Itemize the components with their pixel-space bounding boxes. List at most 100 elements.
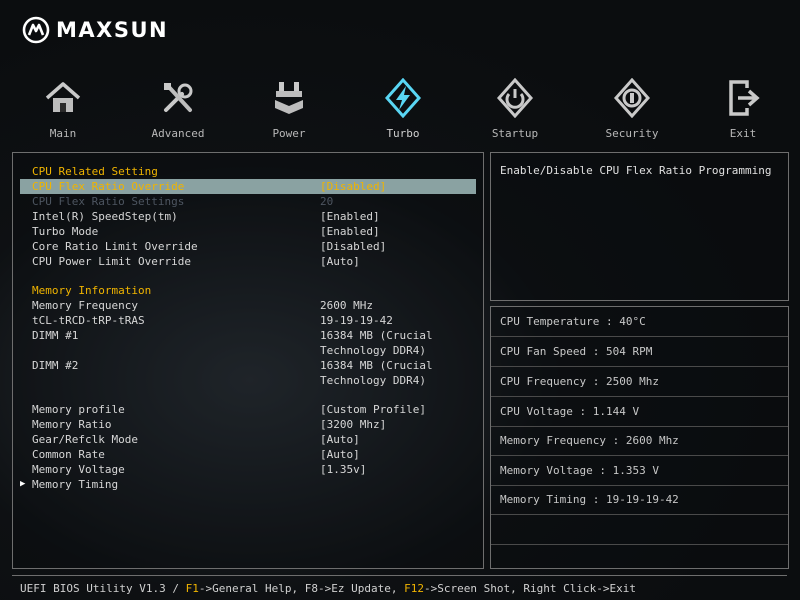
section-title: Memory Information (32, 284, 152, 297)
footer-utility: UEFI BIOS Utility V1.3 / (20, 582, 179, 595)
setting-memory-ratio[interactable]: Memory Ratio [3200 Mhz] (20, 417, 476, 432)
setting-label: CPU Power Limit Override (32, 255, 191, 268)
status-cpu-frequency: CPU Frequency : 2500 Mhz (491, 367, 788, 397)
help-panel: Enable/Disable CPU Flex Ratio Programmin… (490, 152, 789, 301)
footer-f8-text: F8->Ez Update, (304, 582, 398, 595)
info-dimm2: DIMM #2 16384 MB (Crucial (20, 358, 476, 373)
tab-turbo[interactable]: Turbo (363, 78, 443, 144)
setting-turbo-mode[interactable]: Turbo Mode [Enabled] (20, 224, 476, 239)
brand-logo: MAXSUN (22, 16, 168, 44)
setting-value: [Auto] (320, 448, 360, 461)
setting-cpu-flex-ratio-override[interactable]: CPU Flex Ratio Override [Disabled] (20, 179, 476, 194)
footer-f1-key: F1 (185, 582, 199, 595)
tab-security[interactable]: Security (592, 78, 672, 144)
section-title: CPU Related Setting (32, 165, 158, 178)
tab-label: Main (49, 127, 77, 140)
tab-label: Turbo (386, 127, 420, 140)
setting-cpu-flex-ratio-settings: CPU Flex Ratio Settings 20 (20, 194, 476, 209)
lightning-icon (384, 78, 422, 118)
info-timings: tCL-tRCD-tRP-tRAS 19-19-19-42 (20, 313, 476, 328)
tab-startup[interactable]: Startup (475, 78, 555, 144)
info-memory-frequency: Memory Frequency 2600 MHz (20, 298, 476, 313)
setting-memory-profile[interactable]: Memory profile [Custom Profile] (20, 402, 476, 417)
status-memory-voltage: Memory Voltage : 1.353 V (491, 456, 788, 486)
setting-label: Gear/Refclk Mode (32, 433, 138, 446)
setting-label: Turbo Mode (32, 225, 99, 238)
status-memory-timing: Memory Timing : 19-19-19-42 (491, 485, 788, 515)
status-text: Memory Timing : 19-19-19-42 (500, 493, 679, 506)
status-cpu-voltage: CPU Voltage : 1.144 V (491, 397, 788, 427)
settings-panel: CPU Related Setting CPU Flex Ratio Overr… (12, 152, 484, 569)
setting-label: Memory Ratio (32, 418, 112, 431)
setting-value: [Custom Profile] (320, 403, 426, 416)
setting-core-ratio-limit-override[interactable]: Core Ratio Limit Override [Disabled] (20, 239, 476, 254)
shield-icon (613, 78, 651, 118)
status-cpu-temperature: CPU Temperature : 40°C (491, 307, 788, 337)
setting-label: CPU Flex Ratio Override (32, 180, 185, 193)
setting-memory-voltage[interactable]: Memory Voltage [1.35v] (20, 462, 476, 477)
tab-label: Exit (729, 127, 757, 140)
main-tab-bar: Main Advanced Power Turbo Startup Securi… (0, 78, 800, 144)
status-text: CPU Temperature : 40°C (500, 315, 646, 328)
setting-value: [Enabled] (320, 225, 380, 238)
setting-value: [3200 Mhz] (320, 418, 387, 431)
info-label: DIMM #1 (32, 329, 79, 342)
tab-power[interactable]: Power (249, 78, 329, 144)
info-dimm1-cont: Technology DDR4) (20, 343, 476, 358)
maxsun-logo-icon (22, 16, 50, 44)
status-empty-row (491, 515, 788, 545)
power-button-icon (496, 78, 534, 118)
setting-value: 20 (320, 195, 334, 208)
info-value: 16384 MB (Crucial (320, 329, 433, 342)
status-text: Memory Voltage : 1.353 V (500, 464, 659, 477)
info-label: Memory Frequency (32, 299, 138, 312)
section-header-cpu: CPU Related Setting (20, 164, 476, 179)
info-value: 19-19-19-42 (320, 314, 393, 327)
info-value: Technology DDR4) (320, 344, 426, 357)
info-dimm2-cont: Technology DDR4) (20, 373, 476, 388)
setting-gear-refclk-mode[interactable]: Gear/Refclk Mode [Auto] (20, 432, 476, 447)
status-text: CPU Fan Speed : 504 RPM (500, 345, 653, 358)
tools-icon (164, 83, 193, 112)
footer-bar: UEFI BIOS Utility V1.3 / F1->General Hel… (12, 575, 787, 598)
tab-label: Power (272, 127, 306, 140)
hardware-monitor-panel: CPU Temperature : 40°C CPU Fan Speed : 5… (490, 306, 789, 569)
setting-speedstep[interactable]: Intel(R) SpeedStep(tm) [Enabled] (20, 209, 476, 224)
setting-label: Memory Timing (32, 478, 119, 491)
setting-value: [1.35v] (320, 463, 367, 476)
tab-label: Advanced (151, 127, 205, 140)
exit-icon (729, 80, 760, 116)
info-value: 2600 MHz (320, 299, 373, 312)
tab-label: Security (605, 127, 659, 140)
tab-advanced[interactable]: Advanced (138, 78, 218, 144)
setting-label: Core Ratio Limit Override (32, 240, 198, 253)
brand-name: MAXSUN (56, 18, 169, 42)
setting-label: Common Rate (32, 448, 105, 461)
info-dimm1: DIMM #1 16384 MB (Crucial (20, 328, 476, 343)
status-text: CPU Frequency : 2500 Mhz (500, 375, 659, 388)
setting-common-rate[interactable]: Common Rate [Auto] (20, 447, 476, 462)
home-icon (45, 82, 81, 112)
info-value: Technology DDR4) (320, 374, 426, 387)
status-text: CPU Voltage : 1.144 V (500, 405, 640, 418)
setting-cpu-power-limit-override[interactable]: CPU Power Limit Override [Auto] (20, 254, 476, 269)
setting-label: CPU Flex Ratio Settings (32, 195, 185, 208)
setting-value: [Auto] (320, 433, 360, 446)
setting-label: Memory profile (32, 403, 125, 416)
submenu-memory-timing[interactable]: ▶ Memory Timing (20, 477, 476, 492)
footer-f12-key: F12 (404, 582, 425, 595)
status-cpu-fan-speed: CPU Fan Speed : 504 RPM (491, 337, 788, 367)
setting-value: [Enabled] (320, 210, 380, 223)
tab-exit[interactable]: Exit (703, 78, 783, 144)
setting-label: Intel(R) SpeedStep(tm) (32, 210, 178, 223)
setting-label: Memory Voltage (32, 463, 125, 476)
power-board-icon (275, 82, 303, 114)
info-label: DIMM #2 (32, 359, 79, 372)
footer-f12-text: ->Screen Shot, Right Click->Exit (424, 582, 636, 595)
header: MAXSUN (0, 0, 800, 70)
status-memory-frequency: Memory Frequency : 2600 Mhz (491, 426, 788, 456)
tab-main[interactable]: Main (23, 78, 103, 144)
setting-value: [Disabled] (320, 180, 387, 193)
footer-f1-text: ->General Help, (198, 582, 299, 595)
submenu-arrow-icon: ▶ (20, 479, 26, 489)
